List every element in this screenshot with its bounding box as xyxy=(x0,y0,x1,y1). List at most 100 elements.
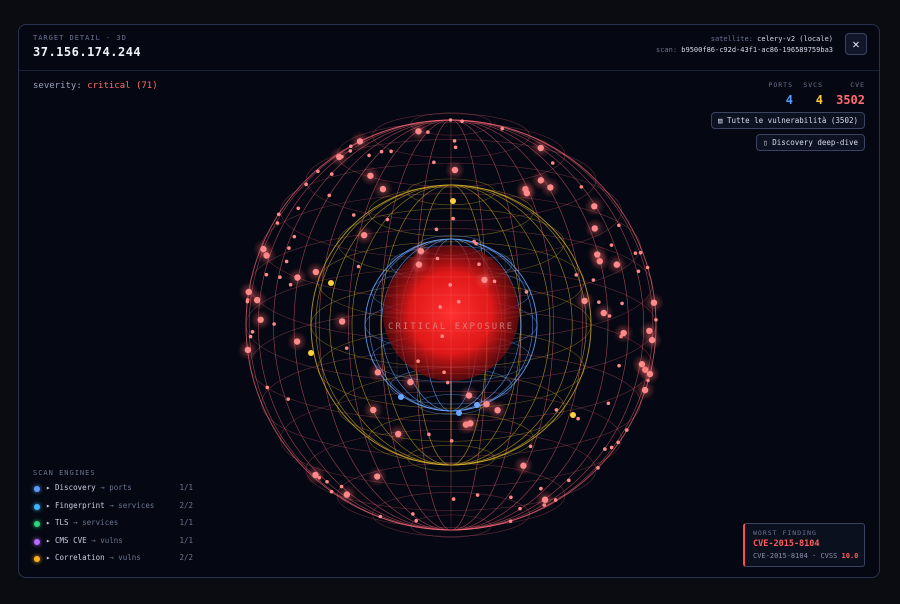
vuln-node xyxy=(613,261,621,268)
vuln-node xyxy=(367,172,374,179)
engine-correlation: ▸ Correlation → vulns 2/2 xyxy=(33,553,193,571)
vuln-node xyxy=(451,497,456,501)
vuln-node xyxy=(278,275,282,280)
vuln-node xyxy=(250,329,255,334)
vuln-node xyxy=(650,299,658,306)
vuln-node xyxy=(360,231,368,239)
vuln-node xyxy=(348,149,353,153)
vuln-node xyxy=(407,378,414,386)
engine-count: 1/1 xyxy=(179,518,193,527)
vuln-node xyxy=(467,420,474,427)
latitude-line xyxy=(280,390,622,487)
vuln-node xyxy=(245,288,252,296)
vuln-node xyxy=(554,408,559,412)
vuln-node xyxy=(465,392,473,399)
vuln-node xyxy=(395,430,402,438)
vuln-node xyxy=(579,185,584,189)
vuln-node xyxy=(296,206,301,211)
vuln-node xyxy=(633,251,638,256)
vuln-node xyxy=(344,346,349,350)
engine-count: 1/1 xyxy=(179,535,193,545)
vuln-node xyxy=(340,154,344,159)
vuln-node xyxy=(449,438,454,443)
vuln-node xyxy=(448,118,453,122)
engine-count: 2/2 xyxy=(179,553,193,562)
vuln-node xyxy=(442,370,446,375)
vuln-node xyxy=(594,251,601,258)
vuln-node xyxy=(448,283,452,287)
engine-name: Fingerprint xyxy=(55,500,105,510)
vuln-node xyxy=(374,369,382,376)
vuln-node xyxy=(379,149,384,154)
vuln-node xyxy=(456,299,461,304)
vuln-node xyxy=(636,269,641,274)
vuln-node xyxy=(264,272,269,277)
vuln-node xyxy=(411,512,415,516)
worst-finding-cve: CVE-2015-8104 xyxy=(753,539,820,549)
scan-engines-title: SCAN ENGINES xyxy=(33,469,96,477)
engine-name: TLS xyxy=(55,518,69,527)
engine-name: Correlation xyxy=(55,553,105,562)
engine-tls: ▸ TLS → services 1/1 xyxy=(33,518,193,536)
vuln-node xyxy=(509,495,513,500)
vuln-node xyxy=(312,268,320,276)
worst-finding-card[interactable]: WORST FINDING CVE-2015-8104 CVE-2015-810… xyxy=(743,523,865,567)
engine-target: services xyxy=(118,500,155,510)
vuln-node xyxy=(343,491,351,498)
engine-status-dot xyxy=(34,521,40,527)
vuln-node xyxy=(329,489,334,494)
vuln-node xyxy=(316,169,320,174)
vuln-node xyxy=(417,247,425,255)
vuln-node xyxy=(304,182,308,186)
scan-engines-panel: SCAN ENGINES ▸ Discovery → ports 1/1 ▸ F… xyxy=(33,469,193,571)
engine-status-dot xyxy=(34,503,40,510)
cvss-label: CVSS xyxy=(820,552,838,560)
vuln-node xyxy=(356,264,361,269)
vuln-node xyxy=(537,144,544,152)
vuln-node xyxy=(349,144,353,149)
vuln-node xyxy=(451,216,455,221)
vuln-node xyxy=(574,273,579,277)
vuln-node xyxy=(641,386,649,394)
vuln-node xyxy=(327,193,332,198)
engine-target: services xyxy=(82,518,119,527)
critical-exposure-label: CRITICAL EXPOSURE xyxy=(388,322,514,332)
vuln-node xyxy=(591,225,598,232)
vuln-node xyxy=(427,432,431,437)
vuln-node xyxy=(451,166,459,174)
vuln-node xyxy=(415,128,422,135)
engine-discovery: ▸ Discovery → ports 1/1 xyxy=(33,483,193,501)
vuln-node xyxy=(294,274,301,281)
vuln-node xyxy=(248,334,253,339)
engine-status-dot xyxy=(34,486,40,492)
service-node xyxy=(328,280,334,286)
vuln-node xyxy=(596,466,600,470)
vuln-node xyxy=(389,149,393,154)
latitude-line xyxy=(410,514,492,538)
vuln-node xyxy=(603,447,607,451)
vuln-node xyxy=(474,241,478,246)
vuln-node xyxy=(508,519,513,523)
vuln-node xyxy=(550,161,555,165)
vuln-node xyxy=(607,314,612,318)
worst-finding-label: WORST FINDING xyxy=(753,529,817,537)
vuln-node xyxy=(600,309,607,317)
port-node xyxy=(398,394,404,400)
vuln-node xyxy=(445,380,450,385)
vuln-node xyxy=(475,493,480,497)
vuln-node xyxy=(537,177,545,184)
vuln-node xyxy=(245,299,250,304)
vuln-node xyxy=(581,297,588,305)
vuln-node xyxy=(432,160,436,165)
vuln-node xyxy=(576,416,580,421)
vuln-node xyxy=(617,363,621,368)
vuln-node xyxy=(597,300,601,304)
vuln-node xyxy=(293,338,301,345)
vuln-node xyxy=(325,479,329,484)
engine-count: 1/1 xyxy=(179,483,193,492)
vuln-node xyxy=(416,359,420,364)
vuln-node xyxy=(415,261,423,268)
vuln-node xyxy=(257,316,264,323)
vuln-node xyxy=(481,276,488,284)
vuln-node xyxy=(520,462,527,469)
